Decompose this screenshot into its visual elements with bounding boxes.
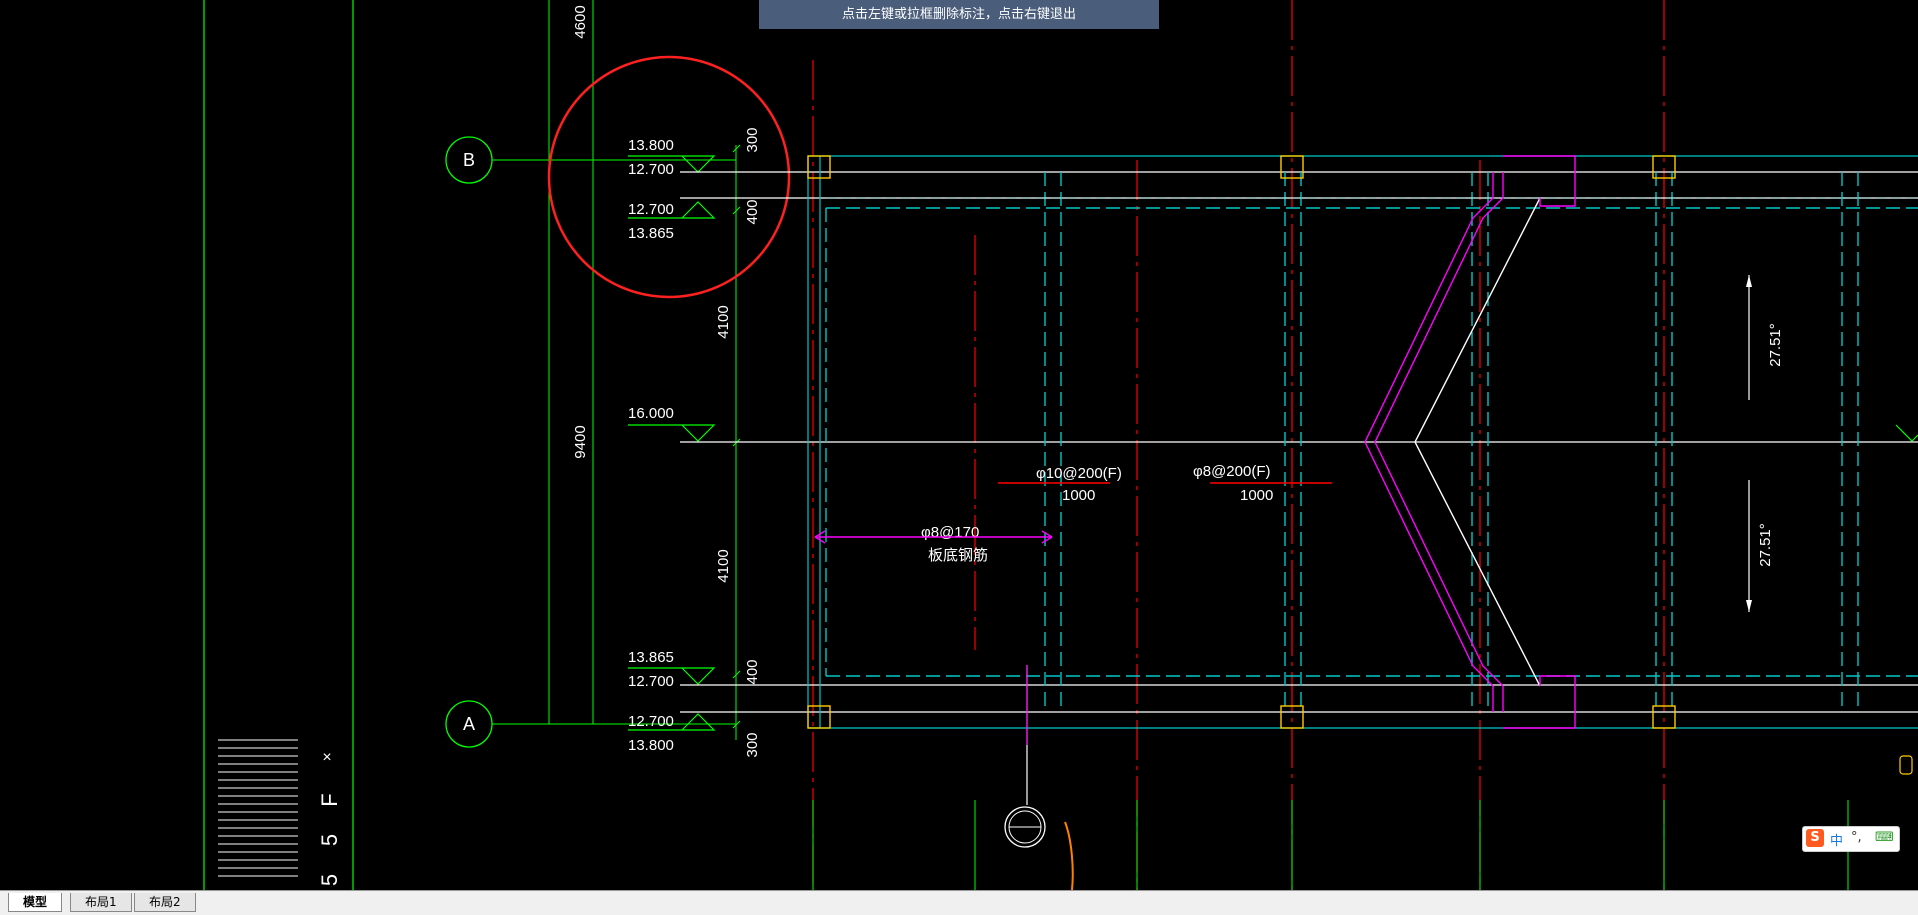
command-prompt-banner: 点击左键或拉框删除标注，点击右键退出 (759, 0, 1159, 29)
angle-bottom: 27.51° (1757, 523, 1774, 567)
rebar-label-phi8-170: φ8@170 (921, 524, 979, 541)
ime-toolbar[interactable]: S 中 °, ⌨ (1802, 826, 1900, 852)
sogou-logo-icon[interactable]: S (1806, 829, 1824, 847)
ime-punct[interactable]: °, (1851, 830, 1862, 845)
ime-mode[interactable]: 中 (1830, 830, 1843, 849)
layout-tab-bar: 模型 布局1 布局2 (0, 890, 1918, 915)
dim-400-bot: 400 (744, 659, 761, 684)
elev-13800-bot: 13.800 (628, 737, 674, 754)
dim-4600: 4600 (572, 5, 589, 38)
rebar-length-1: 1000 (1062, 487, 1095, 504)
dim-4100-bot: 4100 (715, 549, 732, 582)
cursor-icon (1899, 755, 1913, 775)
dim-9400: 9400 (572, 425, 589, 458)
dim-300-top: 300 (744, 127, 761, 152)
rebar-length-2: 1000 (1240, 487, 1273, 504)
elev-13865-bot: 13.865 (628, 649, 674, 666)
tab-layout1[interactable]: 布局1 (70, 893, 132, 912)
ucs-hatch (218, 739, 298, 877)
axis-bubble-B: B (445, 136, 493, 184)
section-marker (1004, 665, 1046, 848)
rebar-note: 板底钢筋 (928, 546, 988, 564)
elev-12700-bot-a: 12.700 (628, 673, 674, 690)
ucs-char-3: 5 (317, 874, 342, 886)
ucs-x-label: × (322, 749, 331, 766)
rebar-label-phi10: φ10@200(F) (1036, 465, 1122, 482)
dim-300-bot: 300 (744, 732, 761, 757)
svg-text:B: B (463, 150, 475, 170)
elev-13800-top: 13.800 (628, 137, 674, 154)
elev-12700-bot-b: 12.700 (628, 713, 674, 730)
ucs-char-1: F (317, 793, 342, 806)
elev-16000: 16.000 (628, 405, 674, 422)
elev-12700-top-b: 12.700 (628, 201, 674, 218)
tab-model[interactable]: 模型 (8, 893, 63, 912)
cad-drawing-canvas[interactable]: B A 4600 9400 300 400 4100 4100 400 300 … (0, 0, 1918, 890)
rebar-label-phi8-200: φ8@200(F) (1193, 463, 1270, 480)
dim-4100-top: 4100 (715, 305, 732, 338)
dim-400-top: 400 (744, 199, 761, 224)
tab-layout2[interactable]: 布局2 (134, 893, 196, 912)
keyboard-icon[interactable]: ⌨ (1875, 830, 1894, 845)
angle-top: 27.51° (1767, 323, 1784, 367)
elev-12700-top-a: 12.700 (628, 161, 674, 178)
axis-bubble-A: A (445, 700, 493, 748)
elev-13865-top: 13.865 (628, 225, 674, 242)
ucs-char-2: 5 (317, 834, 342, 846)
svg-text:A: A (463, 714, 475, 734)
